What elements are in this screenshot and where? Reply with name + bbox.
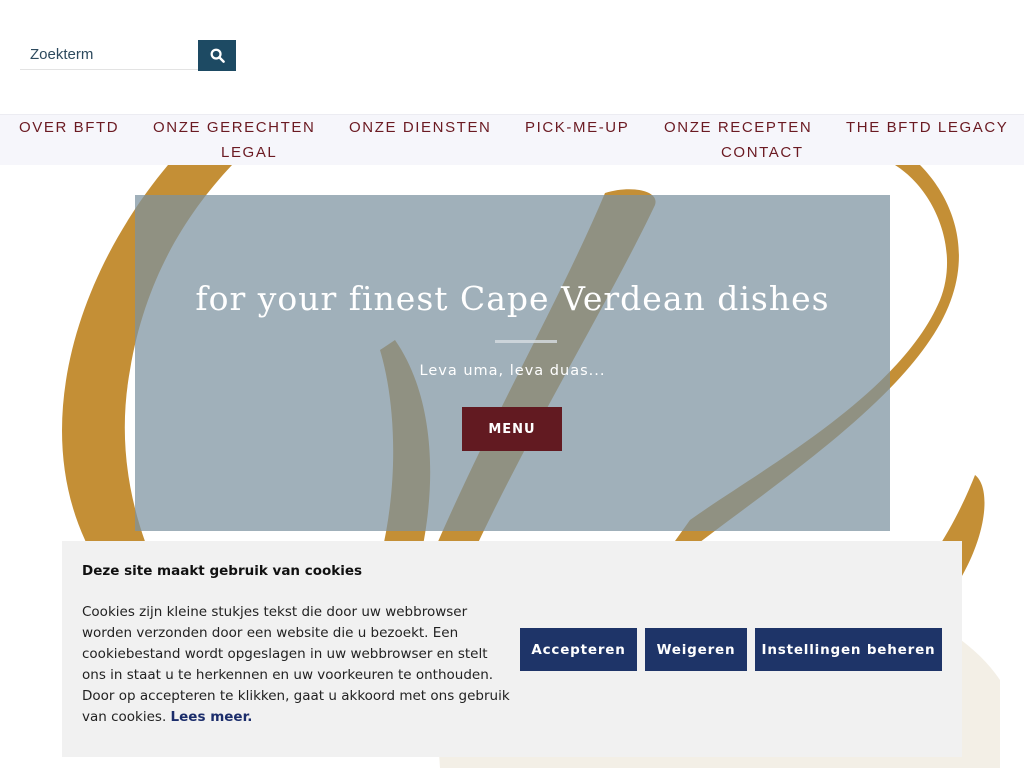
nav-item-onze-gerechten[interactable]: ONZE GERECHTEN bbox=[153, 119, 315, 136]
main-navigation: OVER BFTD ONZE GERECHTEN ONZE DIENSTEN P… bbox=[0, 114, 1024, 166]
nav-item-the-bftd-legacy[interactable]: THE BFTD LEGACY bbox=[846, 119, 1008, 136]
search-button[interactable] bbox=[198, 40, 236, 71]
cookie-banner-title: Deze site maakt gebruik van cookies bbox=[82, 563, 363, 579]
nav-item-onze-diensten[interactable]: ONZE DIENSTEN bbox=[349, 119, 491, 136]
reject-cookies-button[interactable]: Weigeren bbox=[645, 628, 747, 671]
nav-item-contact[interactable]: CONTACT bbox=[721, 144, 804, 161]
hero-subtitle: Leva uma, leva duas... bbox=[419, 363, 606, 379]
hero-divider bbox=[495, 340, 557, 343]
hero-title: for your finest Cape Verdean dishes bbox=[195, 279, 830, 318]
nav-item-legal[interactable]: LEGAL bbox=[221, 144, 277, 161]
cookie-consent-banner: Deze site maakt gebruik van cookies Cook… bbox=[62, 541, 962, 757]
hero-banner: for your finest Cape Verdean dishes Leva… bbox=[135, 195, 890, 531]
read-more-link[interactable]: Lees meer. bbox=[171, 709, 253, 725]
menu-button[interactable]: MENU bbox=[462, 407, 562, 451]
nav-item-onze-recepten[interactable]: ONZE RECEPTEN bbox=[664, 119, 812, 136]
cookie-banner-text: Cookies zijn kleine stukjes tekst die do… bbox=[82, 602, 514, 728]
nav-item-over-bftd[interactable]: OVER BFTD bbox=[19, 119, 119, 136]
search-input[interactable] bbox=[20, 40, 198, 70]
accept-cookies-button[interactable]: Accepteren bbox=[520, 628, 637, 671]
cookie-description: Cookies zijn kleine stukjes tekst die do… bbox=[82, 604, 510, 725]
manage-settings-button[interactable]: Instellingen beheren bbox=[755, 628, 942, 671]
search-form bbox=[20, 40, 236, 71]
search-icon bbox=[210, 48, 225, 63]
nav-item-pick-me-up[interactable]: PICK-ME-UP bbox=[525, 119, 629, 136]
site-header bbox=[0, 0, 1024, 114]
